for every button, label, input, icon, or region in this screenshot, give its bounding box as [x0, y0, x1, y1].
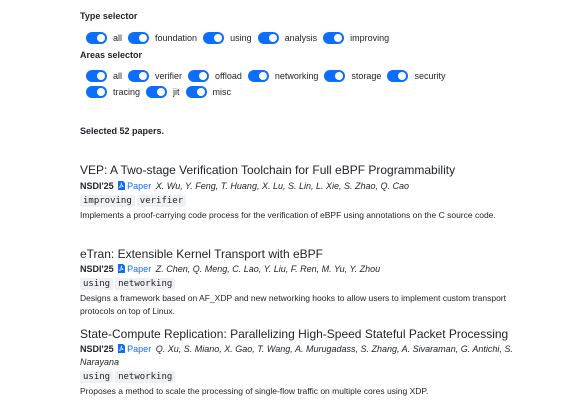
paper-link[interactable]: Paper [118, 181, 151, 191]
paper-meta: NSDI'25 Paper X. Wu, Y. Feng, T. Huang, … [80, 180, 520, 193]
selected-count: Selected 52 papers. [80, 126, 165, 136]
type-toggle-improving[interactable]: improving [323, 32, 389, 44]
area-toggle-tracing[interactable]: tracing [86, 86, 140, 98]
toggle-label: jit [173, 87, 180, 97]
paper-venue: NSDI'25 [80, 181, 114, 191]
toggle-label: foundation [155, 33, 198, 43]
toggle-label: all [113, 71, 123, 81]
toggle-label: offload [215, 71, 242, 81]
area-toggle-all[interactable]: all [86, 70, 122, 82]
area-toggle-jit[interactable]: jit [146, 86, 180, 98]
pdf-file-icon [118, 264, 126, 273]
toggle-switch-icon[interactable] [323, 32, 345, 44]
paper-entry: eTran: Extensible Kernel Transport with … [80, 247, 520, 318]
toggle-label: verifier [155, 71, 183, 81]
area-toggle-offload[interactable]: offload [188, 70, 242, 82]
paper-title: VEP: A Two-stage Verification Toolchain … [80, 163, 456, 177]
toggle-switch-icon[interactable] [86, 86, 107, 98]
toggle-switch-icon[interactable] [128, 32, 150, 44]
type-toggle-analysis[interactable]: analysis [257, 32, 318, 44]
toggle-switch-icon[interactable] [387, 70, 409, 82]
area-toggle-misc[interactable]: misc [185, 86, 232, 98]
paper-summary: Implements a proof-carrying code process… [80, 210, 496, 220]
toggle-label: storage [351, 71, 382, 81]
paper-meta: NSDI'25 Paper Q. Xu, S. Miano, X. Gao, T… [80, 343, 520, 369]
paper-title: eTran: Extensible Kernel Transport with … [80, 247, 323, 261]
toggle-label: networking [274, 71, 319, 81]
toggle-switch-icon[interactable] [247, 70, 269, 82]
paper-venue: NSDI'25 [80, 264, 114, 274]
toggle-label: tracing [113, 87, 141, 97]
area-toggle-networking[interactable]: networking [247, 70, 319, 82]
paper-tags: improving verifier [80, 195, 520, 207]
paper-tags: using networking [80, 278, 520, 290]
type-selector-title: Type selector [80, 11, 138, 21]
area-toggle-security[interactable]: security [387, 70, 445, 82]
type-toggle-all[interactable]: all [86, 32, 122, 44]
toggle-switch-icon[interactable] [188, 70, 210, 82]
paper-summary: Designs a framework based on AF_XDP and … [80, 293, 506, 316]
toggle-label: improving [350, 33, 390, 43]
toggle-switch-icon[interactable] [128, 70, 150, 82]
toggle-switch-icon[interactable] [324, 70, 346, 82]
paper-summary: Proposes a method to scale the processin… [80, 386, 429, 396]
paper-tags: using networking [80, 371, 520, 383]
toggle-switch-icon[interactable] [86, 32, 107, 44]
paper-tag: using [80, 371, 114, 383]
paper-authors: Z. Chen, Q. Meng, C. Lao, Y. Liu, F. Ren… [155, 264, 381, 274]
area-toggle-storage[interactable]: storage [324, 70, 381, 82]
toggle-switch-icon[interactable] [203, 32, 225, 44]
type-toggle-using[interactable]: using [203, 32, 252, 44]
toggle-switch-icon[interactable] [257, 32, 279, 44]
toggle-label: using [230, 33, 252, 43]
paper-link-label[interactable]: Paper [127, 181, 151, 191]
paper-meta: NSDI'25 Paper Z. Chen, Q. Meng, C. Lao, … [80, 263, 520, 276]
toggle-switch-icon[interactable] [146, 86, 168, 98]
paper-tag: verifier [136, 195, 187, 207]
paper-link-label[interactable]: Paper [127, 264, 151, 274]
paper-link-label[interactable]: Paper [127, 344, 151, 354]
paper-title: State-Compute Replication: Parallelizing… [80, 327, 509, 341]
toggle-label: security [414, 71, 446, 81]
paper-tag: networking [115, 278, 176, 290]
paper-authors: X. Wu, Y. Feng, T. Huang, X. Lu, S. Lin,… [155, 181, 410, 191]
toggle-label: analysis [284, 33, 318, 43]
areas-selector-title: Areas selector [80, 50, 143, 60]
paper-entry: State-Compute Replication: Parallelizing… [80, 327, 520, 398]
paper-venue: NSDI'25 [80, 344, 114, 354]
toggle-label: misc [212, 87, 232, 97]
toggle-switch-icon[interactable] [185, 86, 207, 98]
paper-tag: using [80, 278, 114, 290]
paper-tag: networking [115, 371, 176, 383]
type-selector-toggles: all foundation using analysis improving [86, 32, 395, 44]
paper-entry: VEP: A Two-stage Verification Toolchain … [80, 163, 520, 222]
paper-link[interactable]: Paper [118, 344, 151, 354]
pdf-file-icon [118, 181, 126, 190]
toggle-switch-icon[interactable] [86, 70, 107, 82]
area-toggle-verifier[interactable]: verifier [128, 70, 182, 82]
areas-selector-toggles: all verifier offload networking storage … [86, 70, 486, 98]
type-toggle-foundation[interactable]: foundation [128, 32, 197, 44]
toggle-label: all [113, 33, 123, 43]
paper-tag: improving [80, 195, 135, 207]
paper-link[interactable]: Paper [118, 264, 151, 274]
pdf-file-icon [118, 344, 126, 353]
